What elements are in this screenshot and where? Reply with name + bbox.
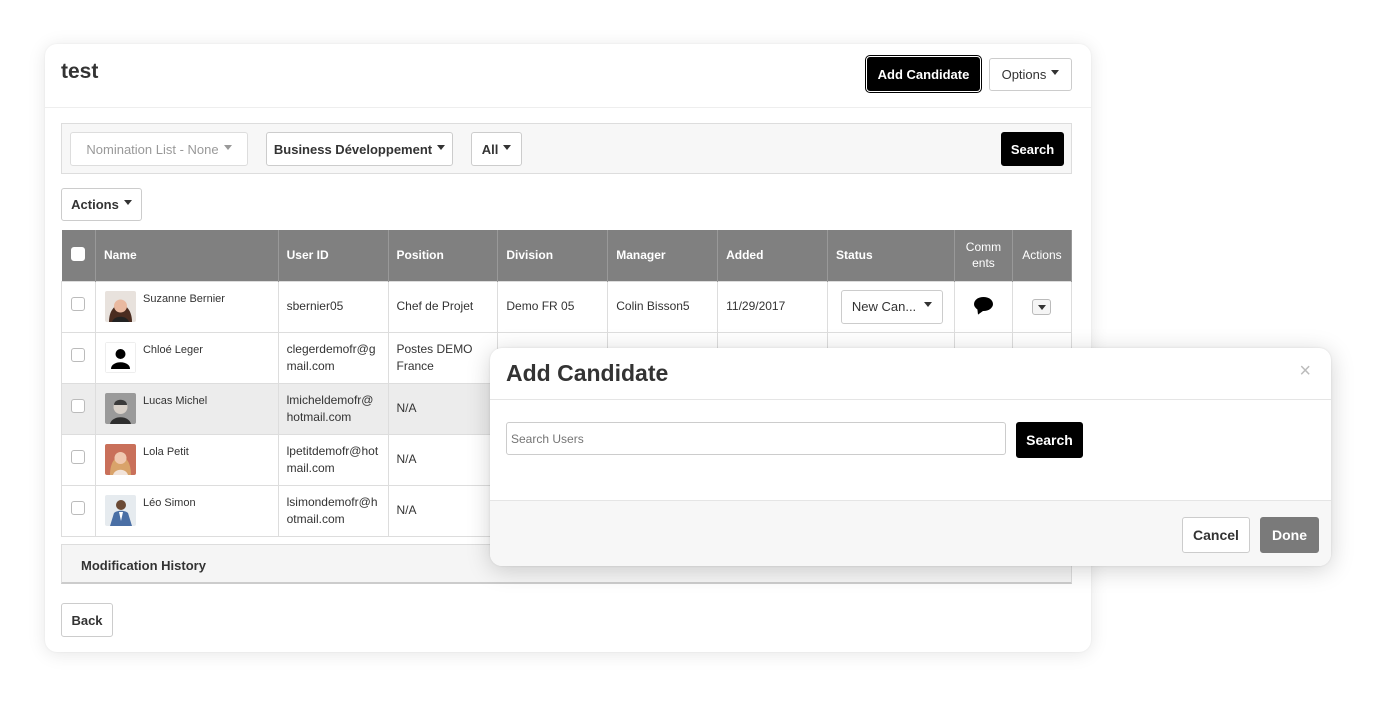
row-select-cell: [61, 433, 96, 486]
col-user-id[interactable]: User ID: [278, 230, 389, 281]
row-checkbox[interactable]: [71, 501, 86, 515]
col-added[interactable]: Added: [717, 230, 829, 281]
select-all-checkbox[interactable]: [71, 246, 86, 261]
candidate-name[interactable]: Léo Simon: [143, 495, 196, 512]
position-cell: N/A: [387, 484, 499, 537]
caret-down-icon: [437, 144, 446, 150]
select-all-cell: [61, 230, 96, 281]
avatar: [104, 494, 136, 526]
filter-search-button[interactable]: Search: [1001, 132, 1064, 166]
comment-bubble-icon[interactable]: [973, 297, 993, 311]
col-comments: Comm ents: [954, 230, 1013, 281]
user-id-text: lsimondemofr@hotmail.com: [286, 494, 378, 526]
caret-down-icon: [1037, 304, 1046, 310]
candidate-name[interactable]: Lola Petit: [143, 444, 189, 461]
modal-search-button[interactable]: Search: [1016, 422, 1083, 458]
col-status[interactable]: Status: [827, 230, 955, 281]
user-id-cell: lmicheldemofr@hotmail.com: [277, 382, 389, 435]
avatar: [104, 290, 136, 322]
caret-down-icon: [1051, 70, 1060, 75]
back-button[interactable]: Back: [61, 603, 113, 637]
name-cell: Lola Petit: [94, 433, 279, 486]
add-candidate-modal: Add Candidate × Search Cancel Done: [490, 348, 1331, 566]
row-select-cell: [61, 484, 96, 537]
caret-down-icon: [503, 144, 512, 150]
modal-title: Add Candidate: [506, 360, 669, 386]
avatar: [104, 341, 136, 373]
name-cell: Lucas Michel: [94, 382, 279, 435]
filter-bar: Nomination List - None Business Développ…: [61, 123, 1072, 174]
table-row: Suzanne Bernier sbernier05 Chef de Proje…: [61, 280, 1073, 333]
options-dropdown[interactable]: Options: [989, 58, 1072, 91]
row-select-cell: [61, 382, 96, 435]
division-cell: Demo FR 05: [497, 280, 609, 333]
caret-down-icon: [123, 200, 132, 205]
status-label: New Can...: [851, 299, 917, 314]
nomination-list-dropdown[interactable]: Nomination List - None: [70, 132, 248, 166]
page-title: test: [61, 60, 99, 83]
caret-down-icon: [924, 302, 933, 307]
row-select-cell: [61, 280, 96, 333]
added-cell: 11/29/2017: [717, 280, 829, 333]
col-actions: Actions: [1012, 230, 1073, 281]
row-checkbox[interactable]: [71, 348, 86, 362]
search-users-input[interactable]: [506, 422, 1006, 455]
col-division[interactable]: Division: [497, 230, 609, 281]
cancel-button[interactable]: Cancel: [1182, 517, 1250, 553]
name-cell: Suzanne Bernier: [94, 280, 279, 333]
header-divider: [45, 107, 1091, 108]
bulk-actions-dropdown[interactable]: Actions: [61, 188, 142, 221]
caret-down-icon: [223, 144, 232, 150]
name-cell: Léo Simon: [94, 484, 279, 537]
nomination-list-label: Nomination List - None: [86, 141, 219, 157]
col-name[interactable]: Name: [95, 230, 279, 281]
row-checkbox[interactable]: [71, 297, 86, 311]
modal-header-divider: [490, 399, 1331, 400]
done-button[interactable]: Done: [1260, 517, 1319, 553]
position-cell: Postes DEMO France: [387, 331, 499, 384]
modal-footer: Cancel Done: [490, 500, 1331, 566]
close-icon[interactable]: ×: [1299, 360, 1311, 383]
col-position[interactable]: Position: [388, 230, 499, 281]
row-checkbox[interactable]: [71, 450, 86, 464]
status-cell: New Can...: [827, 280, 955, 333]
position-cell: Chef de Projet: [387, 280, 499, 333]
user-id-cell: clegerdemofr@gmail.com: [277, 331, 389, 384]
row-select-cell: [61, 331, 96, 384]
user-id-cell: sbernier05: [277, 280, 389, 333]
col-manager[interactable]: Manager: [607, 230, 719, 281]
department-dropdown[interactable]: Business Développement: [266, 132, 453, 166]
all-filter-dropdown[interactable]: All: [471, 132, 522, 166]
manager-cell: Colin Bisson5: [607, 280, 719, 333]
comments-cell: [954, 280, 1013, 333]
bulk-actions-label: Actions: [71, 197, 119, 212]
user-id-cell: lsimondemofr@hotmail.com: [277, 484, 389, 537]
position-cell: N/A: [387, 382, 499, 435]
row-actions-dropdown[interactable]: [1032, 299, 1052, 316]
options-label: Options: [1001, 67, 1047, 82]
modification-history-label: Modification History: [81, 558, 206, 573]
user-id-cell: lpetitdemofr@hotmail.com: [277, 433, 389, 486]
avatar: [104, 392, 136, 424]
position-cell: N/A: [387, 433, 499, 486]
table-header-row: Name User ID Position Division Manager A…: [61, 230, 1073, 281]
add-candidate-button[interactable]: Add Candidate: [865, 55, 982, 93]
row-actions-cell: [1011, 280, 1073, 333]
department-label: Business Développement: [273, 141, 433, 157]
all-filter-label: All: [481, 141, 499, 157]
user-id-text: lmicheldemofr@hotmail.com: [286, 392, 374, 424]
avatar: [104, 443, 136, 475]
name-cell: Chloé Leger: [94, 331, 279, 384]
candidate-name[interactable]: Chloé Leger: [143, 342, 203, 359]
user-id-text: clegerdemofr@gmail.com: [286, 341, 376, 373]
row-checkbox[interactable]: [71, 399, 86, 413]
candidate-name[interactable]: Lucas Michel: [143, 393, 207, 410]
candidate-name[interactable]: Suzanne Bernier: [143, 291, 225, 308]
status-dropdown[interactable]: New Can...: [841, 289, 944, 324]
user-id-text: lpetitdemofr@hotmail.com: [286, 443, 379, 475]
